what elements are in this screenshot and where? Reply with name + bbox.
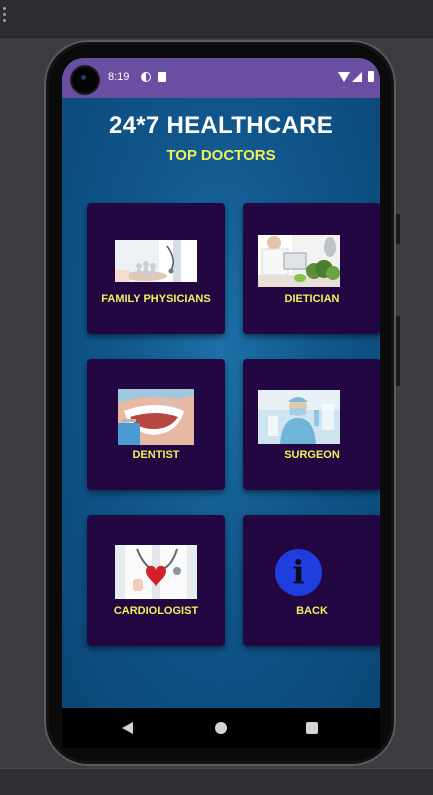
app-screen: 8:19 24*7 HEALTHCARE TOP DOCTORS FAMILY … bbox=[62, 58, 380, 708]
dentist-card[interactable]: DENTIST bbox=[87, 359, 225, 490]
status-time: 8:19 bbox=[108, 71, 130, 83]
recents-square-icon[interactable] bbox=[306, 722, 318, 734]
emulator-toolbar bbox=[0, 0, 433, 38]
home-circle-icon[interactable] bbox=[215, 722, 227, 734]
front-camera bbox=[72, 67, 98, 93]
family-physicians-card[interactable]: FAMILY PHYSICIANS bbox=[87, 203, 225, 334]
card-label-dentist: DENTIST bbox=[132, 449, 180, 461]
data-saver-icon bbox=[141, 72, 151, 82]
volume-button bbox=[396, 316, 400, 386]
card-label-dietician: DIETICIAN bbox=[284, 293, 340, 305]
cardiologist-card[interactable]: CARDIOLOGIST bbox=[87, 515, 225, 646]
card-label-cardiologist: CARDIOLOGIST bbox=[113, 605, 199, 617]
navigation-bar bbox=[62, 708, 380, 748]
info-icon: i bbox=[275, 549, 322, 596]
app-title: 24*7 HEALTHCARE bbox=[108, 112, 334, 139]
surgeon-card[interactable]: SURGEON bbox=[243, 359, 380, 490]
signal-icon bbox=[352, 72, 362, 82]
sd-card-icon bbox=[158, 72, 166, 82]
back-card[interactable]: i BACK bbox=[243, 515, 380, 646]
card-label-surgeon: SURGEON bbox=[284, 449, 340, 461]
wifi-icon bbox=[338, 72, 350, 82]
dietician-card[interactable]: DIETICIAN bbox=[243, 203, 380, 334]
back-triangle-icon[interactable] bbox=[122, 722, 133, 734]
cardiologist-photo bbox=[115, 545, 197, 599]
more-options-icon[interactable] bbox=[2, 7, 8, 25]
status-bar: 8:19 bbox=[62, 58, 380, 98]
power-button bbox=[396, 214, 400, 244]
card-label-family-physicians: FAMILY PHYSICIANS bbox=[101, 293, 211, 305]
family-physicians-photo bbox=[115, 240, 197, 282]
dentist-photo bbox=[118, 389, 194, 445]
battery-icon bbox=[368, 71, 374, 82]
section-subtitle: TOP DOCTORS bbox=[166, 147, 276, 164]
surgeon-photo bbox=[258, 390, 340, 444]
dietician-photo bbox=[258, 235, 340, 287]
card-label-back: BACK bbox=[296, 605, 328, 617]
emulator-bottom-bar bbox=[0, 768, 433, 795]
